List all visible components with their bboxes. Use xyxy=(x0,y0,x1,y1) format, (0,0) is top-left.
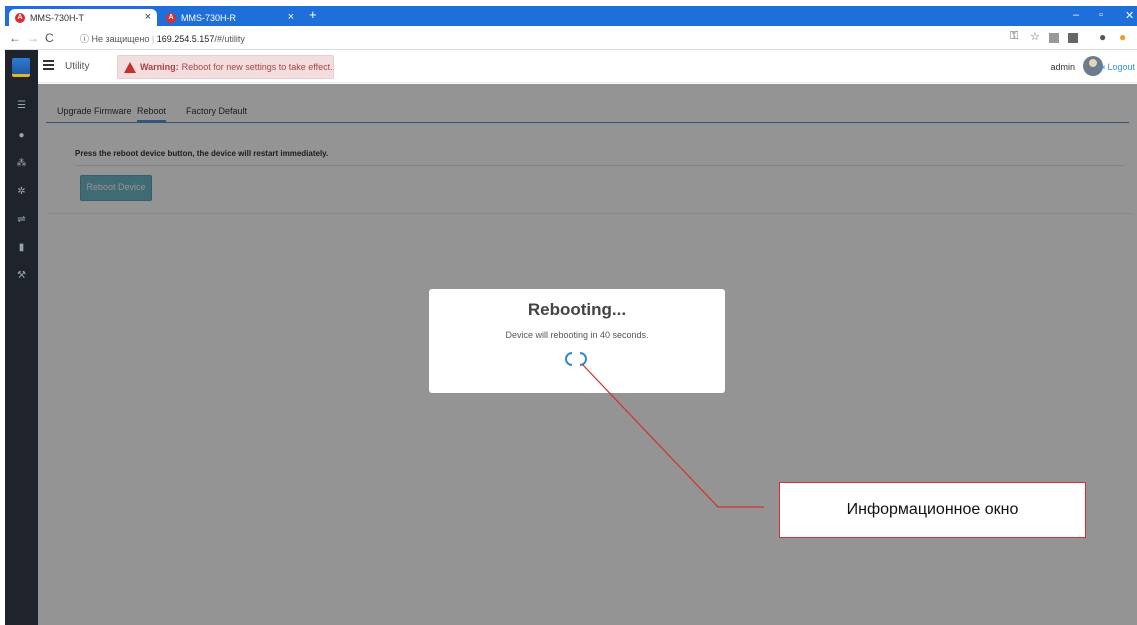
rebooting-dialog: Rebooting... Device will rebooting in 40… xyxy=(429,289,725,393)
extension-icon[interactable] xyxy=(1068,33,1078,43)
browser-address-bar: ← → C ⓘ Не защищено | 169.254.5.157/#/ut… xyxy=(5,26,1137,50)
user-icon[interactable]: ● xyxy=(5,130,38,141)
breadcrumb: Utility xyxy=(65,61,90,72)
logout-icon: ⇥ xyxy=(1097,62,1105,72)
list-icon[interactable]: ☰ xyxy=(5,100,38,111)
url-path: /#/utility xyxy=(214,34,245,44)
usb-icon[interactable]: ⇌ xyxy=(5,214,38,225)
star-icon[interactable]: ☆ xyxy=(1030,30,1040,43)
browser-tab-title: MMS-730H-T xyxy=(30,12,85,23)
close-tab-icon[interactable]: × xyxy=(288,11,294,23)
logout-label: Logout xyxy=(1107,62,1135,72)
security-status: Не защищено xyxy=(91,34,150,44)
restore-button[interactable]: ▫ xyxy=(1099,9,1103,21)
back-arrow-icon[interactable]: ← xyxy=(9,31,21,45)
sidebar: ☰ ● ⁂ ✲ ⇌ ▮ ⚒ xyxy=(5,50,38,625)
angular-favicon-icon: A xyxy=(166,12,176,23)
key-icon[interactable]: ⚿ xyxy=(1010,30,1018,43)
browser-tab-strip: A MMS-730H-T × A MMS-730H-R × + – ▫ ✕ xyxy=(5,6,1137,26)
forward-arrow-icon[interactable]: → xyxy=(27,31,39,45)
device-icon[interactable]: ▮ xyxy=(5,242,38,253)
extension-icon[interactable] xyxy=(1049,33,1059,43)
username: admin xyxy=(1050,62,1075,72)
warning-label: Warning: xyxy=(140,62,179,72)
profile-icon[interactable]: ● xyxy=(1099,30,1106,44)
dialog-message: Device will rebooting in 40 seconds. xyxy=(505,330,649,340)
angular-favicon-icon: A xyxy=(15,12,25,23)
close-window-button[interactable]: ✕ xyxy=(1125,9,1134,22)
info-icon: ⓘ xyxy=(80,34,90,44)
loading-spinner-icon xyxy=(565,352,587,366)
annotation-label: Информационное окно xyxy=(846,501,1019,518)
warning-triangle-icon xyxy=(124,61,136,73)
browser-tab-mms-730h-r[interactable]: A MMS-730H-R × xyxy=(160,9,300,26)
gear-icon[interactable]: ✲ xyxy=(5,186,38,197)
dialog-title: Rebooting... xyxy=(527,300,627,319)
warning-text: Reboot for new settings to take effect. xyxy=(181,62,333,72)
menu-icon[interactable]: ● xyxy=(1119,30,1126,44)
network-icon[interactable]: ⁂ xyxy=(5,158,38,169)
new-tab-button[interactable]: + xyxy=(309,7,317,22)
annotation-callout: Информационное окно xyxy=(779,482,1086,538)
reload-icon[interactable]: C xyxy=(45,31,54,45)
url-field[interactable]: ⓘ Не защищено | 169.254.5.157/#/utility xyxy=(80,32,245,45)
app-logo-icon xyxy=(12,58,30,77)
minimize-button[interactable]: – xyxy=(1073,9,1079,21)
close-tab-icon[interactable]: × xyxy=(145,11,151,23)
logout-button[interactable]: ⇥ Logout xyxy=(1097,62,1135,73)
warning-banner: Warning: Reboot for new settings to take… xyxy=(117,55,334,79)
app-header: Utility Warning: Reboot for new settings… xyxy=(38,50,1137,83)
url-host: 169.254.5.157 xyxy=(156,34,215,44)
browser-tab-title: MMS-730H-R xyxy=(181,12,237,23)
wrench-icon[interactable]: ⚒ xyxy=(5,270,38,281)
hamburger-menu-icon[interactable] xyxy=(43,60,54,72)
browser-tab-mms-730h-t[interactable]: A MMS-730H-T × xyxy=(9,9,157,26)
